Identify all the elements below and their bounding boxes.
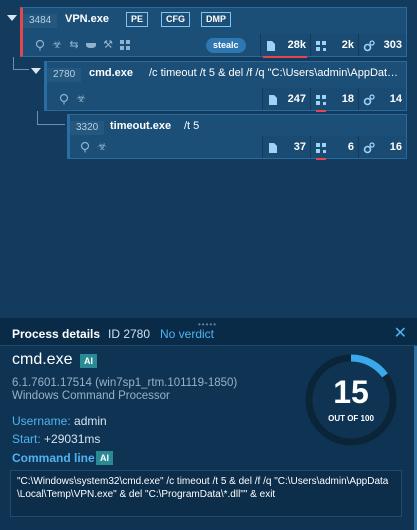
collapse-chevron-icon[interactable] bbox=[31, 68, 41, 74]
ai-badge[interactable]: AI bbox=[96, 451, 113, 465]
file-description: Windows Command Processor bbox=[12, 390, 170, 402]
behavior-icons: ☣ ⇆ ⚒ bbox=[34, 39, 131, 51]
process-pid: 3484 bbox=[23, 14, 58, 28]
files-count: 247 bbox=[287, 93, 306, 105]
stat-files[interactable]: 28k bbox=[260, 34, 310, 58]
file-version: 6.1.7601.17514 (win7sp1_rtm.101119-1850) bbox=[12, 377, 238, 389]
tree-connector bbox=[37, 111, 65, 125]
score-value: 15 bbox=[333, 374, 369, 410]
network-icon bbox=[58, 93, 70, 105]
command-line-box[interactable]: "C:\Windows\system32\cmd.exe" /c timeout… bbox=[10, 470, 402, 517]
process-row-cmd[interactable]: 2780 cmd.exe /c timeout /t 5 & del /f /q… bbox=[44, 61, 407, 112]
collapse-chevron-icon[interactable] bbox=[7, 15, 17, 21]
file-icon bbox=[265, 39, 277, 51]
stat-modules[interactable]: 16 bbox=[358, 136, 406, 158]
process-command: /c timeout /t 5 & del /f /q "C:\Users\ad… bbox=[149, 67, 399, 79]
process-row-timeout[interactable]: 3320 timeout.exe /t 5 ☣ 37 6 16 bbox=[67, 114, 407, 160]
files-count: 37 bbox=[293, 141, 306, 153]
biohazard-icon: ☣ bbox=[52, 39, 62, 51]
process-name: cmd.exe bbox=[89, 67, 134, 79]
process-pid: 3320 bbox=[70, 121, 105, 135]
network-icon bbox=[79, 141, 91, 153]
behavior-icons: ☣ bbox=[79, 141, 108, 153]
start-label: Start: bbox=[12, 432, 41, 446]
process-id: ID 2780 bbox=[108, 327, 151, 341]
registry-count: 2k bbox=[341, 39, 354, 51]
process-details-panel: ••••• Process details ID 2780 No verdict… bbox=[0, 318, 417, 530]
process-pid: 2780 bbox=[47, 68, 82, 82]
ai-badge[interactable]: AI bbox=[80, 354, 97, 368]
file-icon bbox=[267, 93, 279, 105]
tag-dmp[interactable]: DMP bbox=[201, 12, 231, 27]
stat-registry[interactable]: 18 bbox=[310, 88, 358, 112]
close-icon[interactable]: ✕ bbox=[394, 323, 407, 343]
behavior-icons: ☣ bbox=[58, 93, 87, 105]
process-name-title: cmd.exe bbox=[12, 351, 73, 368]
process-row-vpn[interactable]: 3484 VPN.exe PE CFG DMP ☣ ⇆ ⚒ stealc 28k bbox=[20, 7, 407, 58]
tools-icon: ⚒ bbox=[103, 39, 113, 51]
stat-modules[interactable]: 303 bbox=[358, 34, 406, 56]
gears-icon bbox=[363, 141, 375, 154]
panel-title: Process details bbox=[12, 327, 101, 341]
stat-files[interactable]: 37 bbox=[262, 136, 310, 158]
stat-modules[interactable]: 14 bbox=[358, 88, 406, 110]
username-value: admin bbox=[74, 414, 107, 428]
registry-icon bbox=[315, 39, 327, 51]
registry-count: 18 bbox=[341, 93, 354, 105]
tag-cfg[interactable]: CFG bbox=[161, 12, 190, 27]
registry-icon bbox=[315, 141, 327, 153]
process-command: /t 5 bbox=[184, 120, 200, 132]
score-out-of: OUT OF 100 bbox=[328, 414, 374, 423]
start-row: Start: +29031ms bbox=[12, 432, 100, 446]
stat-registry[interactable]: 6 bbox=[310, 136, 358, 160]
process-name: VPN.exe bbox=[65, 13, 110, 25]
modules-count: 303 bbox=[383, 39, 402, 51]
mask-icon bbox=[85, 39, 97, 51]
registry-count: 6 bbox=[347, 141, 354, 153]
gears-icon bbox=[363, 39, 375, 52]
username-row: Username: admin bbox=[12, 414, 107, 428]
stat-files[interactable]: 247 bbox=[262, 88, 310, 110]
score-gauge: 15 OUT OF 100 bbox=[303, 352, 399, 448]
file-icon bbox=[267, 141, 279, 153]
tree-connector bbox=[13, 57, 29, 70]
modules-count: 14 bbox=[389, 93, 402, 105]
tag-pe[interactable]: PE bbox=[126, 12, 149, 27]
username-label: Username: bbox=[12, 414, 71, 428]
process-tree: 3484 VPN.exe PE CFG DMP ☣ ⇆ ⚒ stealc 28k bbox=[0, 0, 417, 318]
stat-registry[interactable]: 2k bbox=[310, 34, 358, 56]
gears-icon bbox=[363, 93, 375, 106]
modules-count: 16 bbox=[389, 141, 402, 153]
panel-header: ••••• Process details ID 2780 No verdict… bbox=[0, 318, 417, 346]
transfer-icon: ⇆ bbox=[69, 39, 79, 51]
files-count: 28k bbox=[287, 39, 306, 51]
start-value: +29031ms bbox=[44, 432, 101, 446]
verdict-label: No verdict bbox=[160, 327, 215, 341]
network-icon bbox=[34, 39, 46, 51]
malware-family-badge[interactable]: stealc bbox=[206, 38, 246, 53]
process-stats: 247 18 14 bbox=[262, 88, 406, 112]
command-line-label: Command line bbox=[12, 451, 95, 465]
process-name: timeout.exe bbox=[110, 120, 172, 132]
biohazard-icon: ☣ bbox=[76, 93, 86, 105]
biohazard-icon: ☣ bbox=[97, 141, 107, 153]
process-stats: 28k 2k 303 bbox=[260, 34, 406, 58]
registry-icon bbox=[315, 93, 327, 105]
process-stats: 37 6 16 bbox=[262, 136, 406, 160]
grid-icon bbox=[119, 39, 131, 51]
